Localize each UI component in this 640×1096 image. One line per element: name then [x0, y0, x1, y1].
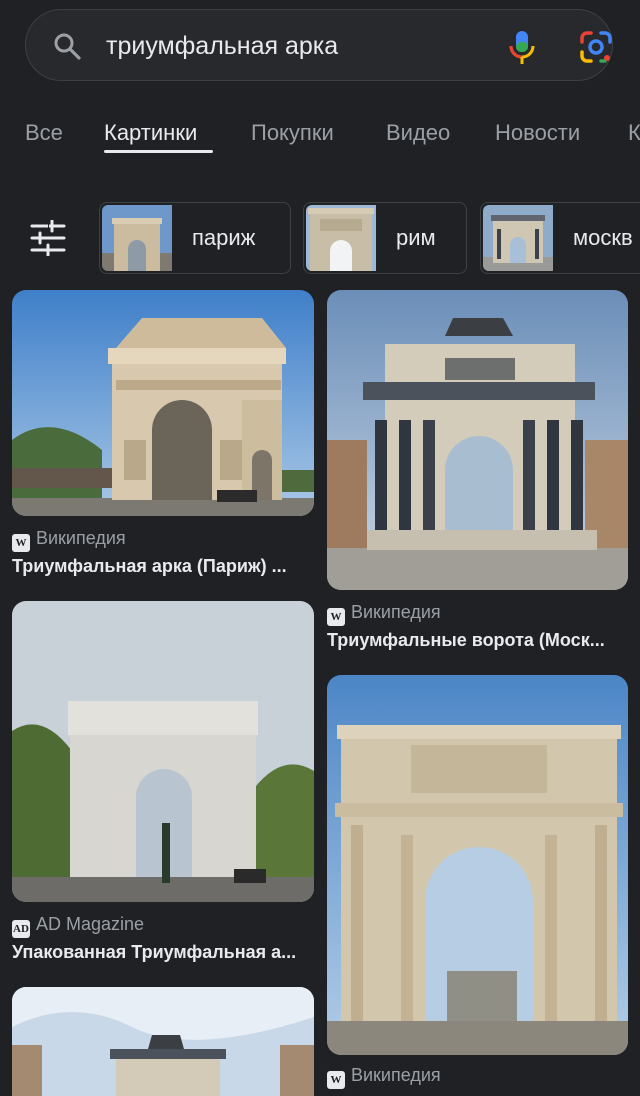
- tab-shopping[interactable]: Покупки: [251, 120, 334, 146]
- tab-news[interactable]: Новости: [495, 120, 580, 146]
- result-title[interactable]: Триумфальные ворота (Моск...: [327, 630, 605, 651]
- chip-label: париж: [192, 225, 256, 250]
- chip-thumbnail: [306, 205, 376, 271]
- chip-moscow[interactable]: москв: [480, 202, 640, 274]
- search-bar[interactable]: триумфальная арка: [25, 9, 613, 81]
- tab-all[interactable]: Все: [25, 120, 63, 146]
- chip-thumbnail: [483, 205, 553, 271]
- wikipedia-icon: W: [12, 534, 30, 552]
- chip-label: москв: [573, 225, 633, 250]
- filter-tune-icon[interactable]: [28, 220, 68, 256]
- search-input[interactable]: триумфальная арка: [106, 32, 338, 60]
- tab-bar: Все Картинки Покупки Видео Новости К: [0, 112, 640, 162]
- wikipedia-icon: W: [327, 608, 345, 626]
- google-lens-icon[interactable]: [579, 30, 613, 64]
- chip-thumbnail: [102, 205, 172, 271]
- result-image[interactable]: [12, 290, 314, 516]
- result-source: W Википедия: [327, 602, 441, 626]
- search-icon: [54, 33, 81, 60]
- wikipedia-icon: W: [327, 1071, 345, 1089]
- chip-label: рим: [396, 225, 436, 250]
- result-image[interactable]: [12, 601, 314, 902]
- result-source: AD AD Magazine: [12, 914, 144, 938]
- result-image[interactable]: [12, 987, 314, 1096]
- result-title[interactable]: Триумфальная арка (Париж) ...: [12, 556, 287, 577]
- result-source: W Википедия: [12, 528, 126, 552]
- tab-more[interactable]: К: [628, 120, 640, 146]
- chip-paris[interactable]: париж: [99, 202, 291, 274]
- ad-magazine-icon: AD: [12, 920, 30, 938]
- tab-images[interactable]: Картинки: [104, 120, 197, 146]
- result-title[interactable]: Упакованная Триумфальная а...: [12, 942, 296, 963]
- chip-rome[interactable]: рим: [303, 202, 467, 274]
- active-tab-indicator: [104, 150, 213, 153]
- result-image[interactable]: [327, 290, 628, 590]
- microphone-icon[interactable]: [508, 30, 536, 66]
- tab-video[interactable]: Видео: [386, 120, 450, 146]
- result-image[interactable]: [327, 675, 628, 1055]
- result-source: W Википедия: [327, 1065, 441, 1089]
